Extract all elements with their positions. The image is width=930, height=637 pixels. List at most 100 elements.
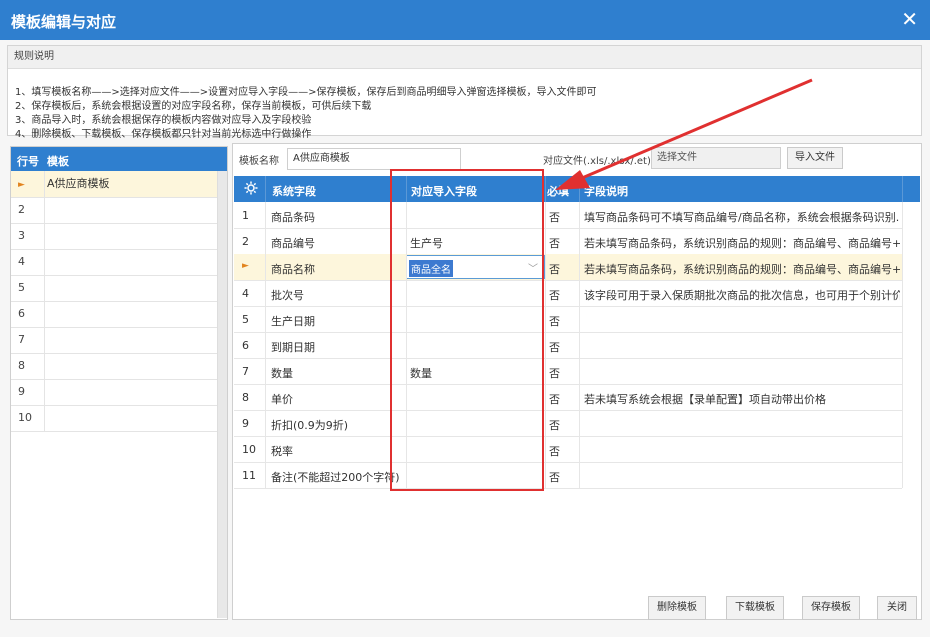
grid-row[interactable]: 9 折扣(0.9为9折) 否 [234, 410, 902, 437]
grid-row[interactable]: 5 生产日期 否 [234, 306, 902, 333]
import-field-dropdown[interactable]: 商品全名 ﹀ [406, 255, 545, 279]
grid-row[interactable]: ► 商品名称 商品全名 ﹀ 否 若未填写商品条码，系统识别商品的规则：商品编号、商品编号+… [234, 254, 902, 281]
chevron-down-icon[interactable]: ﹀ [528, 260, 538, 275]
close-button[interactable]: 关闭 [877, 596, 917, 620]
save-template-button[interactable]: 保存模板 [802, 596, 860, 620]
rules-line: 1、填写模板名称——>选择对应文件——>设置对应导入字段——>保存模板，保存后到… [15, 87, 597, 98]
template-editor: 模板名称 A供应商模板 对应文件(.xls/.xlsx/.et) 选择文件 导入… [232, 143, 922, 620]
close-icon[interactable]: ✕ [901, 8, 918, 30]
system-field: 单价 [271, 393, 293, 406]
grid-row[interactable]: 8 单价 否 若未填写系统会根据【录单配置】项自动带出价格 [234, 384, 902, 411]
system-field: 税率 [271, 445, 293, 458]
grid-divider [265, 202, 266, 488]
grid-row[interactable]: 6 到期日期 否 [234, 332, 902, 359]
row-number: 10 [11, 405, 45, 431]
grid-row[interactable]: 2 商品编号 生产号否 若未填写商品条码，系统识别商品的规则：商品编号、商品编号+..… [234, 228, 902, 255]
system-field: 折扣(0.9为9折) [271, 419, 349, 432]
row-number: 5 [11, 275, 45, 301]
col-required: 必填 [547, 185, 569, 198]
row-arrow-icon: ► [18, 180, 25, 190]
row-number: 2 [242, 235, 249, 248]
row-number: 6 [11, 301, 45, 327]
template-name-input[interactable]: A供应商模板 [287, 148, 461, 170]
required-cell: 否 [549, 367, 560, 380]
template-list-header: 行号 模板 [11, 147, 227, 171]
rules-header: 规则说明 [8, 46, 921, 69]
system-field: 生产日期 [271, 315, 315, 328]
row-number: 4 [242, 287, 249, 300]
selected-row-marker: ► [11, 171, 45, 197]
template-row[interactable]: 7 [11, 327, 217, 354]
template-row[interactable]: 10 [11, 405, 217, 432]
import-field-cell[interactable]: 生产号 [410, 235, 544, 251]
row-number: 3 [11, 223, 45, 249]
row-number: 8 [11, 353, 45, 379]
template-row[interactable]: 3 [11, 223, 217, 250]
row-number: 2 [11, 197, 45, 223]
grid-row[interactable]: 1 商品条码 否 填写商品条码可不填写商品编号/商品名称，系统会根据条码识别... [234, 202, 902, 229]
col-system-field: 系统字段 [272, 185, 316, 198]
template-row[interactable]: 6 [11, 301, 217, 328]
row-number: 1 [242, 209, 249, 222]
field-grid: 系统字段 对应导入字段 必填 字段说明 1 商品条码否填写商品条码可不填写商品编号… [234, 176, 920, 616]
field-description: 该字段可用于录入保质期批次商品的批次信息，也可用于个别计价... [584, 289, 900, 302]
row-number: 6 [242, 339, 249, 352]
row-number: 7 [242, 365, 249, 378]
field-description: 若未填写商品条码，系统识别商品的规则：商品编号、商品编号+... [584, 237, 900, 250]
template-row[interactable]: 8 [11, 353, 217, 380]
required-cell: 否 [549, 211, 560, 224]
row-number: 7 [11, 327, 45, 353]
col-description: 字段说明 [584, 185, 628, 198]
file-label: 对应文件(.xls/.xlsx/.et) [543, 156, 651, 167]
required-cell: 否 [549, 289, 560, 302]
required-cell: 否 [549, 341, 560, 354]
system-field: 到期日期 [271, 341, 315, 354]
template-row[interactable]: 2 [11, 197, 217, 224]
col-row-number: 行号 [17, 155, 39, 168]
grid-row[interactable]: 11 备注(不能超过200个字符) 否 [234, 462, 902, 489]
template-row[interactable]: ► A供应商模板 [11, 171, 217, 198]
row-arrow-icon: ► [242, 261, 249, 271]
grid-divider [579, 202, 580, 488]
dialog-title: 模板编辑与对应 [11, 13, 117, 31]
scrollbar[interactable] [217, 171, 227, 618]
delete-template-button[interactable]: 删除模板 [648, 596, 706, 620]
import-field-cell[interactable]: 数量 [410, 365, 544, 381]
dialog-body: 规则说明 1、填写模板名称——>选择对应文件——>设置对应导入字段——>保存模板… [0, 40, 930, 637]
file-select-input[interactable]: 选择文件 [651, 147, 781, 169]
gear-icon[interactable] [244, 181, 258, 195]
row-number: 4 [11, 249, 45, 275]
template-dialog: 模板编辑与对应 ✕ 规则说明 1、填写模板名称——>选择对应文件——>设置对应导… [0, 0, 930, 637]
grid-divider [545, 202, 546, 488]
required-cell: 否 [549, 263, 560, 276]
import-file-button[interactable]: 导入文件 [787, 147, 843, 169]
grid-row[interactable]: 4 批次号 否 该字段可用于录入保质期批次商品的批次信息，也可用于个别计价... [234, 280, 902, 307]
required-cell: 否 [549, 393, 560, 406]
field-description: 若未填写系统会根据【录单配置】项自动带出价格 [584, 393, 826, 406]
system-field: 备注(不能超过200个字符) [271, 471, 400, 484]
row-number: 5 [242, 313, 249, 326]
grid-row[interactable]: 7 数量 数量否 [234, 358, 902, 385]
row-number: 9 [242, 417, 249, 430]
download-template-button[interactable]: 下载模板 [726, 596, 784, 620]
grid-divider [406, 202, 407, 488]
rules-line: 3、商品导入时，系统会根据保存的模板内容做对应导入及字段校验 [15, 115, 312, 126]
template-row[interactable]: 9 [11, 379, 217, 406]
system-field: 商品条码 [271, 211, 315, 224]
required-cell: 否 [549, 445, 560, 458]
required-cell: 否 [549, 471, 560, 484]
template-name-label: 模板名称 [239, 156, 279, 167]
rules-line: 4、删除模板、下载模板、保存模板都只针对当前光标选中行做操作 [15, 129, 312, 140]
template-name: A供应商模板 [47, 177, 110, 190]
rules-panel: 规则说明 1、填写模板名称——>选择对应文件——>设置对应导入字段——>保存模板… [7, 45, 922, 140]
col-template: 模板 [47, 155, 69, 168]
grid-row[interactable]: 10 税率 否 [234, 436, 902, 463]
required-cell: 否 [549, 315, 560, 328]
row-number: 9 [11, 379, 45, 405]
grid-header: 系统字段 对应导入字段 必填 字段说明 [234, 176, 920, 202]
template-row[interactable]: 4 [11, 249, 217, 276]
system-field: 商品编号 [271, 237, 315, 250]
template-row[interactable]: 5 [11, 275, 217, 302]
row-number: 8 [242, 391, 249, 404]
system-field: 批次号 [271, 289, 304, 302]
